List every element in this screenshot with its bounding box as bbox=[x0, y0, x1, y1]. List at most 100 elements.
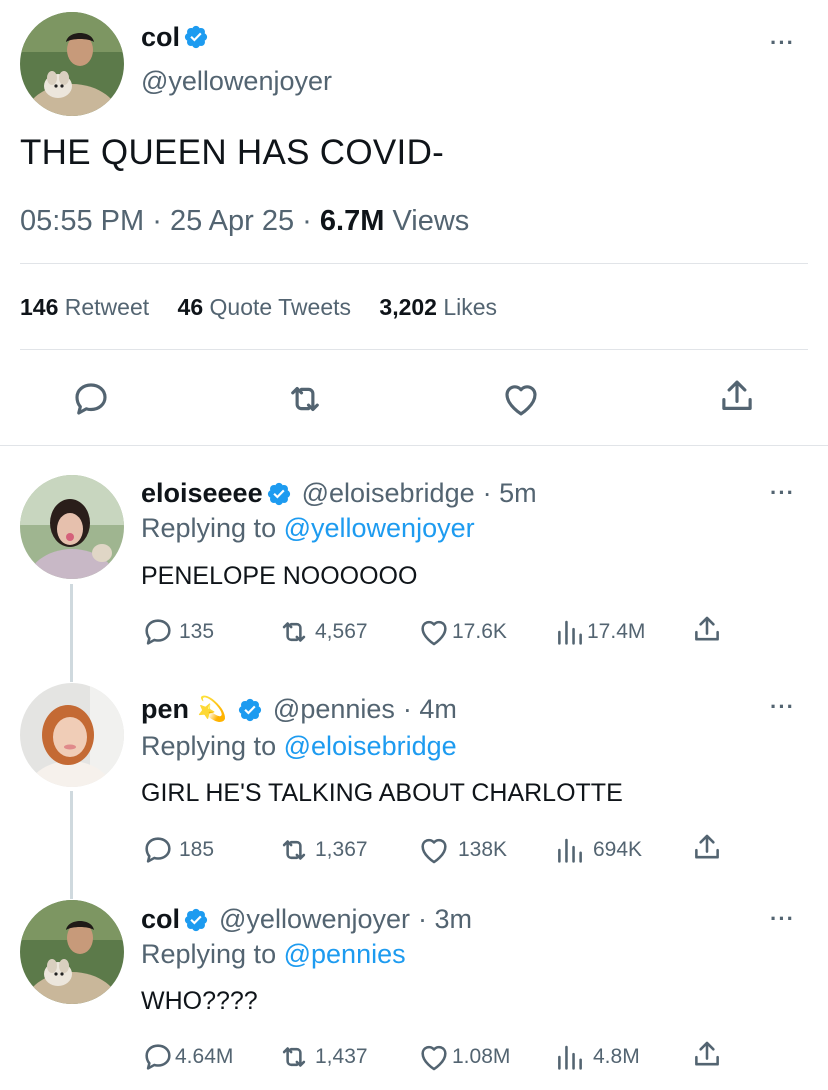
views-button[interactable]: 694K bbox=[553, 833, 642, 867]
like-count: 1.08M bbox=[452, 1045, 511, 1068]
retweet-icon bbox=[275, 615, 313, 649]
views-count: 6.7M bbox=[319, 205, 385, 237]
replying-to-handle[interactable]: @pennies bbox=[284, 939, 406, 969]
retweet-icon bbox=[275, 833, 313, 867]
retweet-count: 1,367 bbox=[315, 838, 368, 861]
replying-to-handle[interactable]: @eloisebridge bbox=[284, 731, 457, 761]
verified-icon bbox=[266, 481, 292, 507]
retweet-icon bbox=[275, 1040, 313, 1074]
views-icon bbox=[553, 1040, 587, 1074]
share-button[interactable] bbox=[690, 831, 724, 865]
reply-text: PENELOPE NOOOOOO bbox=[141, 562, 418, 590]
reply-avatar[interactable] bbox=[20, 683, 124, 787]
reply-icon bbox=[141, 615, 175, 649]
replying-to-prefix: Replying to bbox=[141, 731, 277, 761]
reply-handle[interactable]: @yellowenjoyer bbox=[219, 904, 410, 935]
like-icon bbox=[416, 833, 452, 867]
reply-time[interactable]: · 4m bbox=[403, 694, 457, 725]
views-count: 694K bbox=[593, 838, 643, 861]
likes-count: 3,202 bbox=[379, 294, 437, 320]
retweet-button[interactable]: 4,567 bbox=[275, 615, 368, 649]
tweet-time[interactable]: 05:55 PM bbox=[20, 205, 144, 237]
retweet-label: Retweet bbox=[64, 294, 150, 320]
meta-separator: · bbox=[152, 205, 162, 237]
reply-avatar[interactable] bbox=[20, 475, 124, 579]
views-icon bbox=[553, 833, 587, 867]
likes-label: Likes bbox=[443, 294, 498, 320]
share-icon bbox=[690, 831, 724, 865]
reply-avatar[interactable] bbox=[20, 900, 124, 1004]
reply-display-name[interactable]: eloiseeee bbox=[141, 478, 263, 509]
like-button[interactable]: 138K bbox=[416, 833, 507, 867]
share-icon bbox=[690, 613, 724, 647]
author-handle[interactable]: @yellowenjoyer bbox=[141, 66, 332, 97]
views-count: 17.4M bbox=[587, 620, 646, 643]
reply-header: col @yellowenjoyer · 3m bbox=[141, 904, 472, 935]
thread-line bbox=[70, 584, 73, 682]
replying-to-prefix: Replying to bbox=[141, 513, 277, 543]
tweet-date[interactable]: 25 Apr 25 bbox=[170, 205, 294, 237]
reply-handle[interactable]: @eloisebridge bbox=[302, 478, 475, 509]
like-icon[interactable] bbox=[500, 378, 542, 425]
reply-button[interactable]: 4.64M bbox=[141, 1040, 233, 1074]
replying-to-line: Replying to @pennies bbox=[141, 939, 406, 970]
like-button[interactable]: 17.6K bbox=[416, 615, 507, 649]
share-button[interactable] bbox=[690, 613, 724, 647]
more-icon[interactable]: ··· bbox=[770, 694, 795, 720]
tweet-stats: 146 Retweet 46 Quote Tweets 3,202 Likes bbox=[20, 294, 497, 321]
reply-text: WHO???? bbox=[141, 987, 258, 1015]
quote-count: 46 bbox=[177, 294, 204, 320]
verified-icon bbox=[237, 697, 263, 723]
like-icon bbox=[416, 1040, 452, 1074]
like-icon bbox=[416, 615, 452, 649]
reply-button[interactable]: 185 bbox=[141, 833, 214, 867]
share-button[interactable] bbox=[690, 1038, 724, 1072]
author-display-name[interactable]: col bbox=[141, 22, 180, 53]
reply-button[interactable]: 135 bbox=[141, 615, 214, 649]
verified-icon bbox=[183, 24, 209, 50]
reply-header: pen 💫 @pennies · 4m bbox=[141, 694, 457, 725]
quote-stat[interactable]: 46 Quote Tweets bbox=[178, 294, 358, 320]
reply-display-name[interactable]: col bbox=[141, 904, 180, 935]
like-count: 138K bbox=[458, 838, 508, 861]
more-icon[interactable]: ··· bbox=[770, 906, 795, 932]
views-button[interactable]: 17.4M bbox=[553, 615, 645, 649]
reply-time[interactable]: · 5m bbox=[483, 478, 537, 509]
reply-time[interactable]: · 3m bbox=[418, 904, 472, 935]
thread-line bbox=[70, 791, 73, 899]
divider bbox=[20, 349, 808, 350]
reply-icon bbox=[141, 1040, 175, 1074]
views-button[interactable]: 4.8M bbox=[553, 1040, 640, 1074]
reply-icon[interactable] bbox=[70, 378, 112, 425]
retweet-button[interactable]: 1,437 bbox=[275, 1040, 368, 1074]
like-count: 17.6K bbox=[452, 620, 507, 643]
views-icon bbox=[553, 615, 587, 649]
views-count: 4.8M bbox=[593, 1045, 640, 1068]
replying-to-line: Replying to @yellowenjoyer bbox=[141, 513, 475, 544]
reply-count: 135 bbox=[179, 620, 215, 643]
tweet-meta: 05:55 PM · 25 Apr 25 · 6.7M Views bbox=[20, 205, 469, 238]
share-icon[interactable] bbox=[716, 376, 758, 423]
reply-icon bbox=[141, 833, 175, 867]
retweet-count: 146 bbox=[20, 294, 59, 320]
author-name-row: col bbox=[141, 20, 209, 54]
divider bbox=[20, 263, 808, 264]
likes-stat[interactable]: 3,202 Likes bbox=[379, 294, 497, 320]
retweet-stat[interactable]: 146 Retweet bbox=[20, 294, 156, 320]
verified-icon bbox=[183, 907, 209, 933]
reply-text: GIRL HE'S TALKING ABOUT CHARLOTTE bbox=[141, 779, 623, 807]
more-icon[interactable]: ··· bbox=[770, 480, 795, 506]
replying-to-handle[interactable]: @yellowenjoyer bbox=[284, 513, 475, 543]
views-label: Views bbox=[392, 205, 470, 237]
like-button[interactable]: 1.08M bbox=[416, 1040, 510, 1074]
reply-display-name[interactable]: pen bbox=[141, 694, 189, 725]
retweet-count: 1,437 bbox=[315, 1045, 368, 1068]
reply-handle[interactable]: @pennies bbox=[273, 694, 395, 725]
quote-label: Quote Tweets bbox=[209, 294, 352, 320]
more-icon[interactable]: ··· bbox=[770, 30, 795, 56]
retweet-button[interactable]: 1,367 bbox=[275, 833, 368, 867]
reply-count: 185 bbox=[179, 838, 215, 861]
author-avatar[interactable] bbox=[20, 12, 124, 116]
name-emoji: 💫 bbox=[197, 696, 227, 723]
retweet-icon[interactable] bbox=[283, 378, 327, 425]
